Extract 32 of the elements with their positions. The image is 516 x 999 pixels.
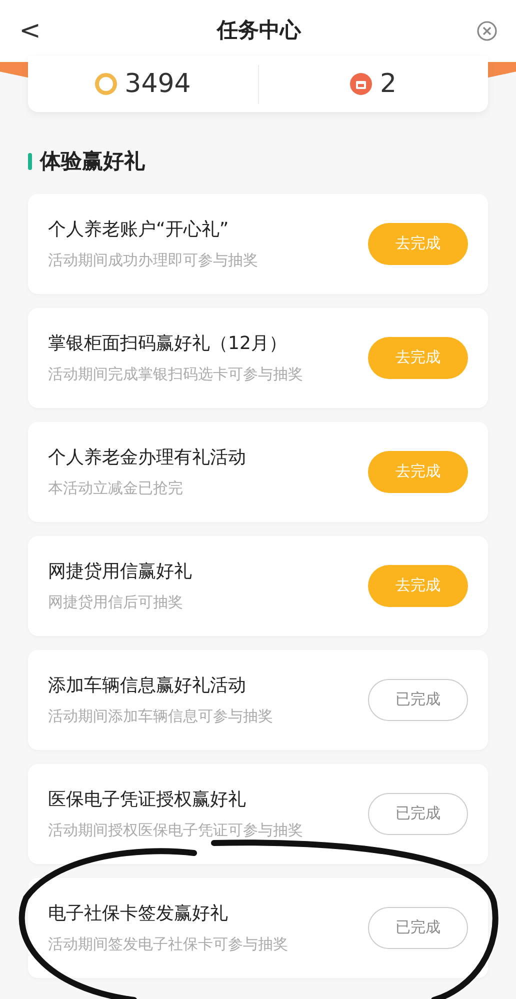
task-title: 网捷贷用信赢好礼	[48, 560, 192, 584]
task-description: 本活动立减金已抢完	[48, 478, 184, 499]
task-description: 网捷贷用信后可抽奖	[48, 592, 184, 613]
task-title: 个人养老账户“开心礼”	[48, 218, 230, 242]
section-title: 体验赢好礼	[40, 148, 145, 175]
task-button[interactable]: 去完成	[368, 564, 468, 606]
gift-icon	[350, 73, 372, 95]
task-description: 活动期间完成掌银扫码选卡可参与抽奖	[48, 364, 303, 385]
banner-edge	[0, 62, 30, 78]
page-title: 任务中心	[217, 17, 301, 44]
coin-icon	[94, 73, 117, 95]
task-button[interactable]: 已完成	[368, 792, 468, 834]
task-button[interactable]: 已完成	[368, 906, 468, 948]
task-description: 活动期间成功办理即可参与抽奖	[48, 250, 258, 271]
task-button[interactable]: 去完成	[368, 336, 468, 378]
task-description: 活动期间授权医保电子凭证可参与抽奖	[48, 820, 303, 841]
task-button[interactable]: 去完成	[368, 450, 468, 492]
task-title: 添加车辆信息赢好礼活动	[48, 674, 247, 698]
task-description: 活动期间签发电子社保卡可参与抽奖	[48, 934, 288, 955]
task-description: 活动期间添加车辆信息可参与抽奖	[48, 706, 273, 727]
stat-value: 3494	[124, 68, 191, 100]
section-marker	[28, 153, 32, 170]
task-button[interactable]: 去完成	[368, 222, 468, 264]
banner-edge	[486, 62, 516, 78]
task-title: 电子社保卡签发赢好礼	[48, 902, 229, 926]
stat-value: 2	[380, 68, 397, 100]
close-icon[interactable]	[476, 20, 498, 42]
task-title: 个人养老金办理有礼活动	[48, 446, 246, 470]
task-button[interactable]: 已完成	[368, 678, 468, 720]
back-button[interactable]: <	[18, 12, 42, 50]
task-title: 掌银柜面扫码赢好礼（12月）	[48, 332, 288, 356]
task-title: 医保电子凭证授权赢好礼	[48, 788, 247, 812]
